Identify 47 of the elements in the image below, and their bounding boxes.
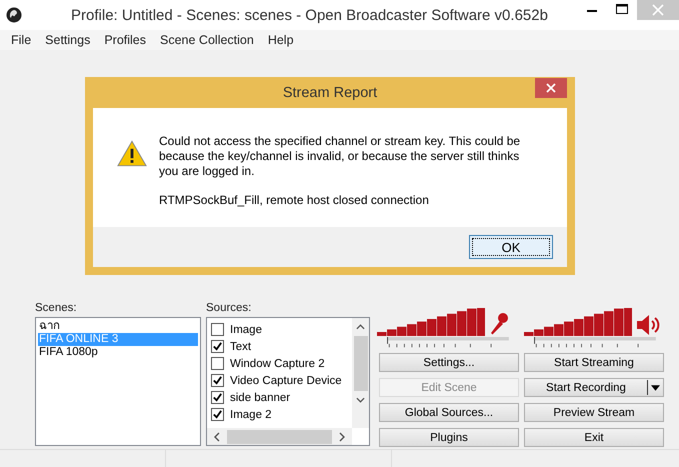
- scenes-label: Scenes:: [35, 302, 78, 316]
- action-button[interactable]: Global Sources...: [379, 403, 519, 422]
- horizontal-scrollbar[interactable]: [207, 428, 352, 445]
- scene-item[interactable]: ฉาก: [38, 320, 198, 333]
- speaker-icon[interactable]: [636, 314, 660, 336]
- menu-item[interactable]: Settings: [38, 33, 98, 47]
- error-detail: RTMPSockBuf_Fill, remote host closed connection: [159, 193, 430, 208]
- action-button[interactable]: Preview Stream: [524, 403, 664, 422]
- ok-button[interactable]: OK: [469, 235, 553, 259]
- action-button[interactable]: Plugins: [379, 428, 519, 447]
- window-title: Profile: Untitled - Scenes: scenes - Open Broadcaster Software v0.652b: [70, 6, 549, 24]
- checkbox[interactable]: [211, 323, 224, 336]
- scroll-down-icon[interactable]: [356, 396, 365, 404]
- menu-item[interactable]: Help: [260, 33, 301, 47]
- error-message: Could not access the specified channel or stream key. This could be because the key/channel is invalid, or because the server still thinks you are logged in.: [159, 134, 522, 179]
- warning-icon: [117, 140, 147, 167]
- source-name[interactable]: Image: [230, 324, 262, 336]
- split-button[interactable]: Start Recording: [524, 378, 664, 397]
- checkbox[interactable]: [211, 374, 224, 387]
- scroll-up-icon[interactable]: [356, 323, 365, 331]
- scroll-left-icon[interactable]: [213, 432, 221, 442]
- source-name[interactable]: side banner: [230, 392, 290, 404]
- dialog-title: Stream Report: [282, 84, 378, 100]
- microphone-icon[interactable]: [489, 312, 509, 336]
- source-name[interactable]: Image 2: [230, 408, 272, 420]
- action-button[interactable]: Exit: [524, 428, 664, 447]
- source-name[interactable]: Video Capture Device: [230, 374, 342, 386]
- scroll-right-icon[interactable]: [338, 432, 346, 442]
- source-name[interactable]: Window Capture 2: [230, 358, 325, 370]
- checkbox[interactable]: [211, 408, 224, 421]
- close-icon[interactable]: [535, 78, 567, 98]
- menu-item[interactable]: Scene Collection: [153, 33, 261, 47]
- microphone-volume-meter[interactable]: [377, 308, 485, 336]
- caret-icon[interactable]: [651, 384, 660, 390]
- checkbox[interactable]: [211, 357, 224, 370]
- sources-label: Sources:: [206, 302, 252, 316]
- source-name[interactable]: Text: [230, 340, 252, 352]
- app-logo-icon: [6, 7, 22, 23]
- scene-item[interactable]: FIFA 1080p: [38, 346, 198, 359]
- menu-item[interactable]: File: [4, 33, 38, 47]
- vertical-scrollbar[interactable]: [352, 318, 369, 428]
- action-button[interactable]: Start Streaming: [524, 353, 664, 372]
- desktop-volume-meter[interactable]: [524, 308, 632, 336]
- checkbox[interactable]: [211, 391, 224, 404]
- action-button[interactable]: Settings...: [379, 353, 519, 372]
- menu-item[interactable]: Profiles: [97, 33, 154, 47]
- checkbox[interactable]: [211, 340, 224, 353]
